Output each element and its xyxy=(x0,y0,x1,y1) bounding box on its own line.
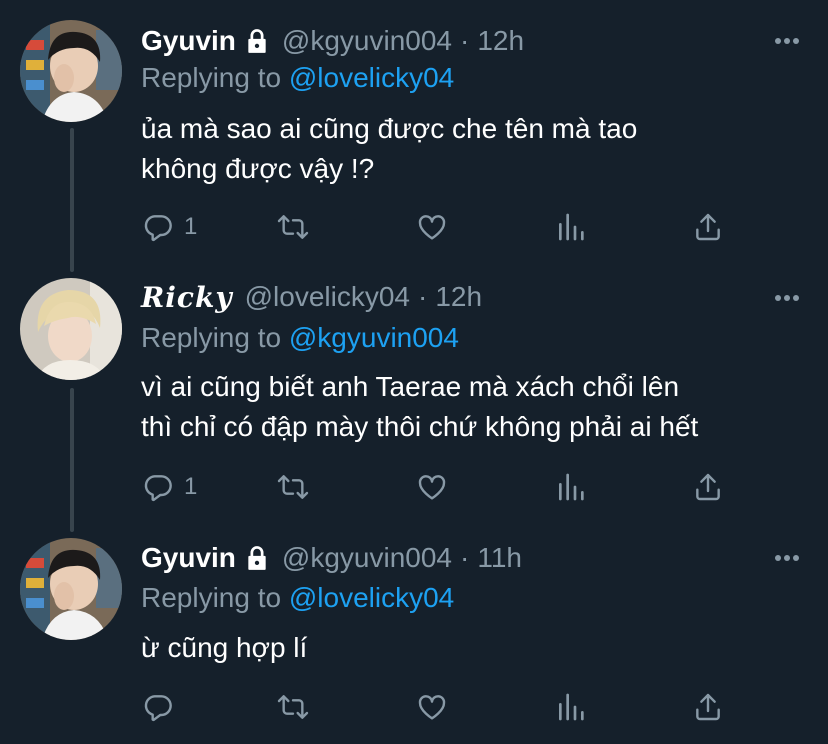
tweet[interactable]: Gyuvin @kgyuvin004 · 11h Replying to @lo… xyxy=(0,520,828,744)
replying-to: Replying to @kgyuvin004 xyxy=(141,322,459,354)
reply-icon xyxy=(144,695,172,722)
share-button[interactable] xyxy=(692,207,724,247)
lock-icon xyxy=(248,546,266,570)
tweet-actions: 1 xyxy=(0,467,828,507)
like-icon xyxy=(418,475,446,500)
like-icon xyxy=(418,215,446,240)
mention-link[interactable]: @kgyuvin004 xyxy=(289,322,459,353)
retweet-button[interactable] xyxy=(277,207,309,247)
avatar[interactable] xyxy=(20,538,122,640)
replying-to: Replying to @lovelicky04 xyxy=(141,62,454,94)
tweet[interactable]: Gyuvin @kgyuvin004 · 12h Replying to @lo… xyxy=(0,0,828,260)
more-icon[interactable] xyxy=(774,294,800,302)
reply-icon xyxy=(144,475,172,502)
retweet-button[interactable] xyxy=(277,467,309,507)
retweet-icon xyxy=(277,475,309,499)
tweet-actions: 1 xyxy=(0,207,828,247)
retweet-button[interactable] xyxy=(277,687,309,727)
more-icon[interactable] xyxy=(774,554,800,562)
share-icon xyxy=(696,693,720,721)
tweet[interactable]: Ricky @lovelicky04 · 12h Replying to @kg… xyxy=(0,260,828,520)
replying-to: Replying to @lovelicky04 xyxy=(141,582,454,614)
display-name[interactable]: Gyuvin xyxy=(141,542,236,574)
tweet-header: Ricky @lovelicky04 · 12h xyxy=(141,277,482,317)
tweet-text-line: ừ cũng hợp lí xyxy=(141,632,308,663)
like-button[interactable] xyxy=(416,687,448,727)
tweet-text: vì ai cũng biết anh Taerae mà xách chổi … xyxy=(141,367,698,447)
tweet-text-line: thì chỉ có đập mày thôi chứ không phải a… xyxy=(141,411,699,442)
reply-count: 1 xyxy=(184,213,198,240)
like-button[interactable] xyxy=(416,467,448,507)
reply-count: 1 xyxy=(184,473,198,500)
handle[interactable]: @kgyuvin004 xyxy=(282,542,452,574)
reply-icon xyxy=(144,215,172,242)
share-icon xyxy=(696,213,720,241)
timestamp[interactable]: 11h xyxy=(477,542,522,574)
analytics-icon xyxy=(559,213,584,241)
mention-link[interactable]: @lovelicky04 xyxy=(289,62,454,93)
tweet-text: ừ cũng hợp lí xyxy=(141,628,307,668)
replying-prefix: Replying to xyxy=(141,62,282,93)
analytics-button[interactable] xyxy=(555,687,587,727)
avatar[interactable] xyxy=(20,278,122,380)
replying-prefix: Replying to xyxy=(141,582,282,613)
tweet-text-line: vì ai cũng biết anh Taerae mà xách chổi … xyxy=(141,371,680,402)
display-name[interactable]: Ricky xyxy=(141,281,233,314)
tweet-actions xyxy=(0,687,828,727)
analytics-button[interactable] xyxy=(555,467,587,507)
avatar[interactable] xyxy=(20,20,122,122)
separator: · xyxy=(418,281,428,312)
lock-icon xyxy=(248,29,266,53)
tweet-header: Gyuvin @kgyuvin004 · 11h xyxy=(141,538,522,578)
separator: · xyxy=(460,542,470,573)
mention-link[interactable]: @lovelicky04 xyxy=(289,582,454,613)
replying-prefix: Replying to xyxy=(141,322,282,353)
tweet-text-line: ủa mà sao ai cũng được che tên mà tao xyxy=(141,113,638,144)
handle[interactable]: @kgyuvin004 xyxy=(282,25,452,57)
analytics-icon xyxy=(559,693,584,721)
share-button[interactable] xyxy=(692,687,724,727)
reply-button[interactable] xyxy=(142,687,184,727)
like-button[interactable] xyxy=(416,207,448,247)
tweet-text: ủa mà sao ai cũng được che tên mà tao kh… xyxy=(141,109,637,189)
timestamp[interactable]: 12h xyxy=(477,25,524,57)
display-name[interactable]: Gyuvin xyxy=(141,25,236,57)
like-icon xyxy=(418,695,446,720)
share-button[interactable] xyxy=(692,467,724,507)
retweet-icon xyxy=(277,215,309,239)
separator: · xyxy=(460,25,470,56)
tweet-text-line: không được vậy !? xyxy=(141,153,375,184)
analytics-icon xyxy=(559,473,584,501)
handle[interactable]: @lovelicky04 xyxy=(245,281,410,313)
reply-button[interactable]: 1 xyxy=(142,207,197,247)
tweet-header: Gyuvin @kgyuvin004 · 12h xyxy=(141,21,524,61)
more-icon[interactable] xyxy=(774,37,800,45)
analytics-button[interactable] xyxy=(555,207,587,247)
share-icon xyxy=(696,473,720,501)
timestamp[interactable]: 12h xyxy=(435,281,482,313)
reply-button[interactable]: 1 xyxy=(142,467,197,507)
retweet-icon xyxy=(277,695,309,719)
